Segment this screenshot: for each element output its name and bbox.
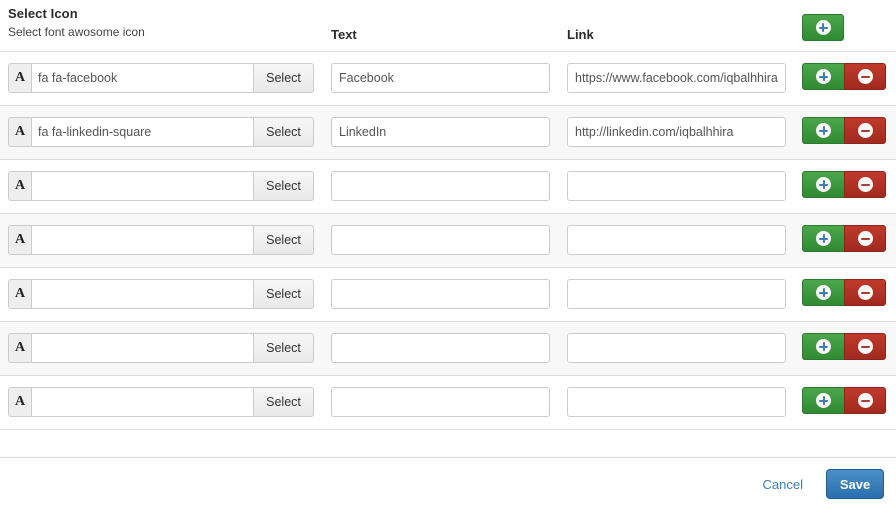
plus-circle-icon [816, 123, 831, 138]
icon-class-input[interactable] [31, 171, 253, 201]
add-row-button[interactable] [802, 14, 844, 41]
table-row: A Select [0, 375, 896, 429]
icon-input-group: A Select [8, 333, 314, 363]
font-awesome-preview-icon: A [8, 225, 31, 255]
icon-class-input[interactable] [31, 63, 253, 93]
link-text-input[interactable] [331, 171, 550, 201]
select-icon-button[interactable]: Select [253, 171, 314, 201]
dialog-header: Select Icon Select font awosome icon Tex… [0, 0, 896, 51]
remove-row-button[interactable] [844, 225, 886, 252]
remove-row-button[interactable] [844, 279, 886, 306]
font-awesome-preview-icon: A [8, 117, 31, 147]
link-url-input[interactable] [567, 63, 786, 93]
link-text-input[interactable] [331, 279, 550, 309]
plus-circle-icon [816, 339, 831, 354]
minus-circle-icon [857, 393, 873, 408]
link-url-input[interactable] [567, 225, 786, 255]
table-row: A Select [0, 159, 896, 213]
table-row: A Select [0, 213, 896, 267]
page-title: Select Icon [8, 6, 78, 21]
link-url-input[interactable] [567, 333, 786, 363]
row-actions [802, 225, 886, 253]
font-awesome-preview-icon: A [8, 171, 31, 201]
dialog-footer: Cancel Save [0, 457, 896, 514]
select-icon-button[interactable]: Select [253, 279, 314, 309]
font-awesome-preview-icon: A [8, 63, 31, 93]
font-awesome-preview-icon: A [8, 387, 31, 417]
icon-class-input[interactable] [31, 333, 253, 363]
link-url-input[interactable] [567, 117, 786, 147]
remove-row-button[interactable] [844, 63, 886, 90]
add-row-button[interactable] [802, 171, 844, 198]
link-text-input[interactable] [331, 225, 550, 255]
link-text-input[interactable] [331, 117, 550, 147]
remove-row-button[interactable] [844, 171, 886, 198]
row-actions [802, 387, 886, 415]
remove-row-button[interactable] [844, 387, 886, 414]
add-row-button[interactable] [802, 279, 844, 306]
icon-input-group: A Select [8, 279, 314, 309]
icon-class-input[interactable] [31, 117, 253, 147]
plus-circle-icon [816, 231, 831, 246]
link-text-input[interactable] [331, 387, 550, 417]
icon-input-group: A Select [8, 171, 314, 201]
select-icon-dialog: Select Icon Select font awosome icon Tex… [0, 0, 896, 514]
row-actions [802, 63, 886, 91]
plus-circle-icon [816, 177, 831, 192]
icon-rows-list: A Select A Select A Select A Select A Select A Sele… [0, 51, 896, 429]
table-row: A Select [0, 267, 896, 321]
minus-circle-icon [857, 69, 873, 84]
table-row: A Select [0, 51, 896, 105]
link-text-input[interactable] [331, 333, 550, 363]
add-row-button[interactable] [802, 387, 844, 414]
add-row-button[interactable] [802, 225, 844, 252]
select-icon-button[interactable]: Select [253, 225, 314, 255]
icon-input-group: A Select [8, 387, 314, 417]
row-actions [802, 279, 886, 307]
minus-circle-icon [857, 339, 873, 354]
row-actions [802, 171, 886, 199]
add-row-button[interactable] [802, 117, 844, 144]
icon-input-group: A Select [8, 63, 314, 93]
select-icon-button[interactable]: Select [253, 333, 314, 363]
minus-circle-icon [857, 231, 873, 246]
add-row-button[interactable] [802, 333, 844, 360]
plus-circle-icon [816, 393, 831, 408]
cancel-button[interactable]: Cancel [763, 477, 803, 492]
table-row: A Select [0, 105, 896, 159]
plus-circle-icon [815, 20, 831, 35]
table-row: A Select [0, 321, 896, 375]
icon-class-input[interactable] [31, 279, 253, 309]
page-subtitle: Select font awosome icon [8, 25, 145, 39]
column-header-text: Text [331, 27, 357, 42]
icon-class-input[interactable] [31, 387, 253, 417]
font-awesome-preview-icon: A [8, 279, 31, 309]
font-awesome-preview-icon: A [8, 333, 31, 363]
link-url-input[interactable] [567, 171, 786, 201]
save-button[interactable]: Save [826, 469, 884, 499]
select-icon-button[interactable]: Select [253, 387, 314, 417]
add-row-header-container [802, 14, 844, 41]
row-actions [802, 117, 886, 145]
link-url-input[interactable] [567, 279, 786, 309]
row-actions [802, 333, 886, 361]
link-text-input[interactable] [331, 63, 550, 93]
icon-input-group: A Select [8, 117, 314, 147]
link-url-input[interactable] [567, 387, 786, 417]
select-icon-button[interactable]: Select [253, 63, 314, 93]
minus-circle-icon [857, 285, 873, 300]
rows-bottom-spacer [0, 429, 896, 457]
plus-circle-icon [816, 69, 831, 84]
minus-circle-icon [857, 177, 873, 192]
remove-row-button[interactable] [844, 333, 886, 360]
select-icon-button[interactable]: Select [253, 117, 314, 147]
minus-circle-icon [857, 123, 873, 138]
column-header-link: Link [567, 27, 594, 42]
icon-input-group: A Select [8, 225, 314, 255]
remove-row-button[interactable] [844, 117, 886, 144]
plus-circle-icon [816, 285, 831, 300]
add-row-button[interactable] [802, 63, 844, 90]
icon-class-input[interactable] [31, 225, 253, 255]
